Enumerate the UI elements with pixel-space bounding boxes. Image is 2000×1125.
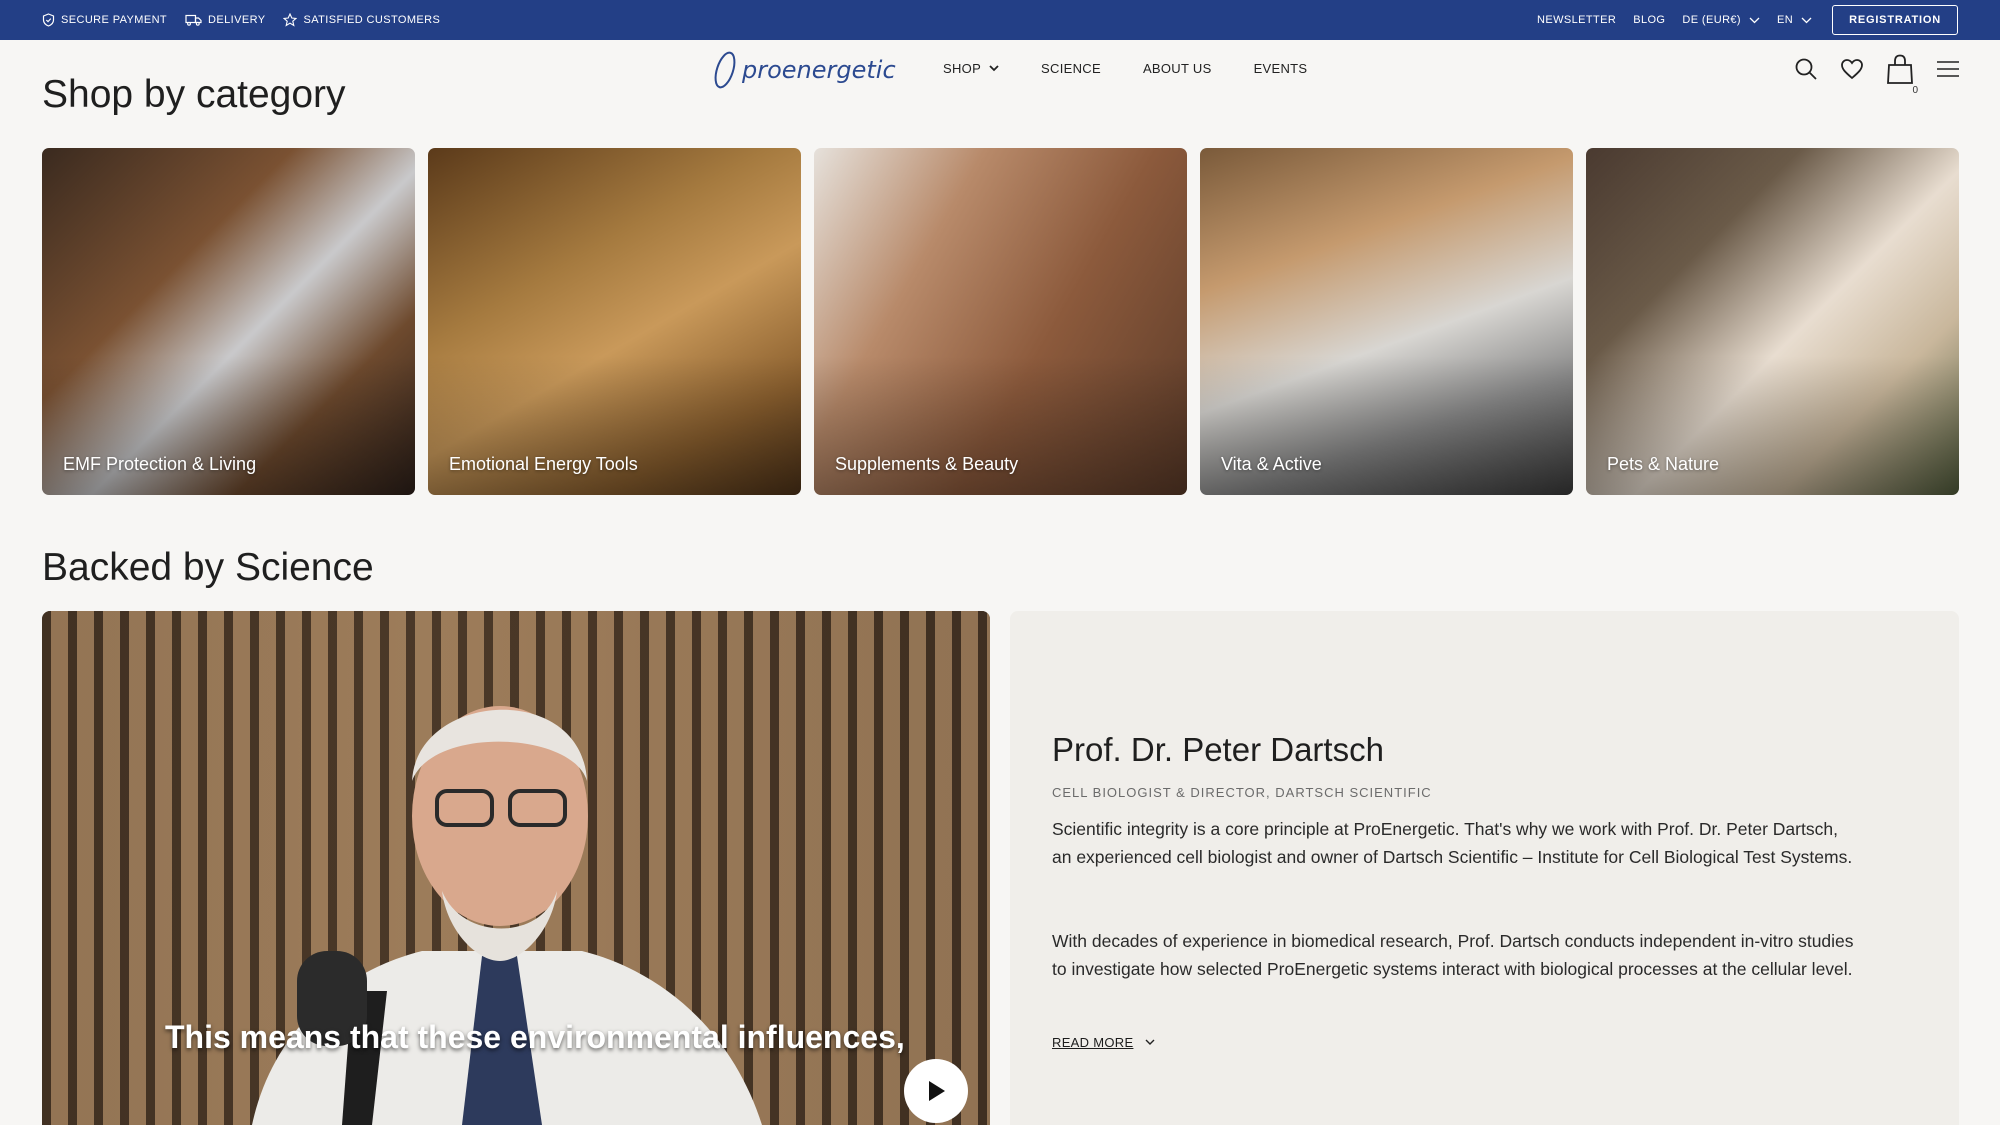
- nav-about-us[interactable]: ABOUT US: [1143, 61, 1212, 76]
- science-video-player[interactable]: This means that these environmental infl…: [42, 611, 990, 1125]
- category-grid: EMF Protection & Living Emotional Energy…: [42, 148, 1959, 495]
- card-image-supplements: [814, 148, 1187, 495]
- main-nav: SHOP SCIENCE ABOUT US EVENTS: [943, 61, 1349, 76]
- card-image-vita-active: [1200, 148, 1573, 495]
- play-icon: [929, 1081, 945, 1101]
- chevron-down-icon: [989, 65, 999, 72]
- card-image-emotional-energy: [428, 148, 801, 495]
- category-label: Pets & Nature: [1607, 454, 1720, 474]
- logo-mark-icon: [714, 51, 736, 89]
- secure-payment-badge: SECURE PAYMENT: [42, 13, 167, 27]
- secure-payment-label: SECURE PAYMENT: [61, 14, 168, 26]
- menu-button[interactable]: [1936, 60, 1960, 78]
- shop-by-category-title: Shop by category: [42, 73, 346, 116]
- category-card-emotional-energy[interactable]: Emotional Energy Tools: [428, 148, 801, 495]
- country-currency-select[interactable]: DE (EUR€): [1682, 14, 1760, 26]
- category-label: Emotional Energy Tools: [449, 454, 638, 474]
- trust-badges: SECURE PAYMENT DELIVERY SATISFIED CUSTOM…: [42, 13, 458, 27]
- hamburger-menu-icon: [1937, 61, 1959, 77]
- category-label: EMF Protection & Living: [63, 454, 257, 474]
- utility-nav: NEWSLETTER BLOG DE (EUR€) EN REGISTRATIO…: [1520, 5, 1958, 35]
- video-subtitle: This means that these environmental infl…: [165, 1019, 905, 1055]
- shield-check-icon: [42, 13, 55, 27]
- nav-science[interactable]: SCIENCE: [1041, 61, 1101, 76]
- top-info-bar: SECURE PAYMENT DELIVERY SATISFIED CUSTOM…: [0, 0, 2000, 40]
- card-image-emf: [42, 148, 415, 495]
- read-more-label: READ MORE: [1052, 1035, 1134, 1050]
- language-select[interactable]: EN: [1777, 14, 1812, 26]
- card-image-pets-nature: [1586, 148, 1959, 495]
- play-button[interactable]: [904, 1059, 968, 1123]
- scientist-bio-paragraph-2: With decades of experience in biomedical…: [1052, 931, 1854, 979]
- registration-button[interactable]: REGISTRATION: [1832, 5, 1958, 35]
- truck-icon: [185, 14, 202, 26]
- nav-events[interactable]: EVENTS: [1254, 61, 1308, 76]
- logo-text: proenergetic: [742, 56, 896, 84]
- search-icon: [1795, 58, 1817, 80]
- satisfied-customers-badge: SATISFIED CUSTOMERS: [283, 13, 440, 27]
- delivery-label: DELIVERY: [208, 14, 266, 26]
- category-label: Supplements & Beauty: [835, 454, 1019, 474]
- newsletter-link[interactable]: NEWSLETTER: [1537, 14, 1616, 26]
- category-card-emf[interactable]: EMF Protection & Living: [42, 148, 415, 495]
- star-icon: [283, 13, 298, 27]
- scientist-info-panel: Prof. Dr. Peter Dartsch CELL BIOLOGIST &…: [1010, 611, 1959, 1125]
- category-label: Vita & Active: [1221, 454, 1322, 474]
- chevron-down-icon: [1145, 1039, 1155, 1045]
- scientist-bio-paragraph-1: Scientific integrity is a core principle…: [1052, 819, 1853, 867]
- language-label: EN: [1777, 14, 1794, 26]
- logo[interactable]: proenergetic: [712, 50, 896, 90]
- chevron-down-icon: [1749, 17, 1760, 23]
- category-card-supplements[interactable]: Supplements & Beauty: [814, 148, 1187, 495]
- satisfied-customers-label: SATISFIED CUSTOMERS: [303, 14, 441, 26]
- cart-button[interactable]: 0: [1886, 54, 1918, 96]
- category-card-pets-nature[interactable]: Pets & Nature: [1586, 148, 1959, 495]
- cart-count: 0: [1912, 85, 1918, 96]
- country-currency-label: DE (EUR€): [1682, 14, 1741, 26]
- wishlist-button[interactable]: [1840, 58, 1864, 80]
- nav-shop-label: SHOP: [943, 61, 982, 76]
- scientist-role: CELL BIOLOGIST & DIRECTOR, DARTSCH SCIEN…: [1052, 785, 1432, 800]
- header-actions: 0: [1772, 54, 1960, 96]
- scientist-name: Prof. Dr. Peter Dartsch: [1052, 731, 1384, 768]
- search-button[interactable]: [1794, 57, 1818, 81]
- blog-link[interactable]: BLOG: [1633, 14, 1665, 26]
- delivery-badge: DELIVERY: [185, 14, 265, 26]
- read-more-toggle[interactable]: READ MORE: [1052, 1035, 1155, 1050]
- category-card-vita-active[interactable]: Vita & Active: [1200, 148, 1573, 495]
- heart-icon: [1841, 59, 1863, 80]
- shopping-bag-icon: [1887, 54, 1913, 84]
- backed-by-science-title: Backed by Science: [42, 546, 374, 589]
- chevron-down-icon: [1801, 17, 1812, 23]
- nav-shop[interactable]: SHOP: [943, 61, 999, 76]
